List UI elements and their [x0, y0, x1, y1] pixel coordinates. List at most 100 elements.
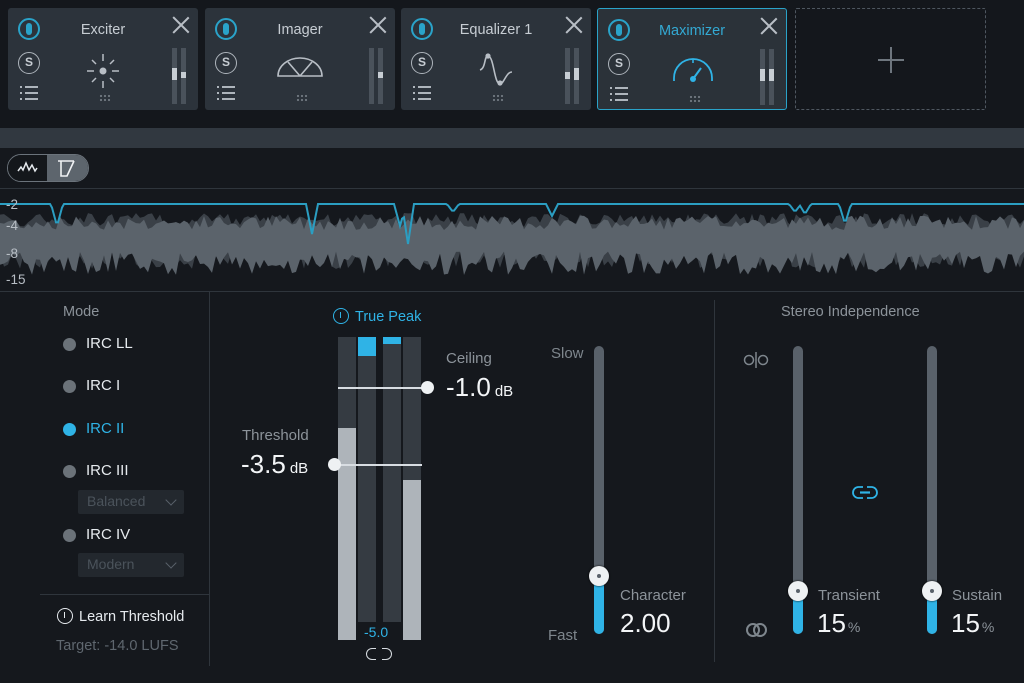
mode-irc-iii[interactable]: IRC III	[63, 461, 203, 481]
sustain-value[interactable]: 15%	[951, 608, 994, 639]
solo-button[interactable]: S	[411, 52, 433, 74]
ceiling-number: -1.0	[446, 372, 491, 402]
percent-unit: %	[847, 619, 861, 635]
input-meter-left	[338, 337, 356, 640]
module-meter	[760, 49, 776, 105]
mode-irc-i[interactable]: IRC I	[63, 376, 203, 396]
transient-value[interactable]: 15%	[817, 608, 860, 639]
drag-grip-icon[interactable]	[99, 94, 111, 102]
meter-level	[338, 428, 356, 640]
target-loudness: Target: -14.0 LUFS	[56, 638, 179, 654]
list-icon[interactable]	[217, 86, 237, 102]
add-module-slot[interactable]	[795, 8, 986, 110]
mode-label: IRC I	[86, 377, 121, 394]
select-value: Modern	[87, 556, 135, 572]
radio-dot	[63, 529, 76, 542]
module-imager[interactable]: S Imager	[205, 8, 395, 110]
module-title: Imager	[277, 22, 323, 38]
db-label: -15	[6, 272, 26, 287]
true-peak-icon	[333, 308, 349, 324]
drag-grip-icon[interactable]	[492, 94, 504, 102]
divider	[714, 300, 715, 662]
gain-reduction-readout: -5.0	[364, 624, 389, 640]
view-toggle[interactable]	[7, 154, 89, 182]
solo-button[interactable]: S	[608, 53, 630, 75]
chevron-down-icon	[165, 494, 177, 506]
split-stereo-icon	[743, 352, 769, 368]
threshold-label: Threshold	[242, 427, 309, 444]
drag-grip-icon[interactable]	[296, 94, 308, 102]
waveform-display[interactable]: -2 -4 -8 -15	[0, 188, 1024, 292]
drag-grip-icon[interactable]	[689, 95, 701, 103]
fast-label: Fast	[548, 627, 578, 644]
threshold-number: -3.5	[241, 449, 286, 479]
list-icon[interactable]	[610, 87, 630, 103]
solo-button[interactable]: S	[18, 52, 40, 74]
character-slider[interactable]	[594, 346, 604, 634]
module-chain: S Exciter S Imager S Equalizer 1 S Maxim…	[0, 0, 1024, 128]
mode-label: IRC III	[86, 462, 129, 479]
irc4-style-select[interactable]: Modern	[78, 553, 184, 577]
db-label: -8	[6, 246, 19, 261]
resize-divider[interactable]	[0, 128, 1024, 148]
irc3-style-select[interactable]: Balanced	[78, 490, 184, 514]
character-value[interactable]: 2.00	[620, 608, 671, 639]
threshold-line[interactable]	[334, 464, 422, 466]
maximizer-panel: Mode IRC LL IRC I IRC II IRC III Balance…	[0, 292, 1024, 683]
gain-reduction-meter-left	[358, 337, 376, 622]
waveform-graph	[0, 203, 1024, 275]
gain-reduction-meter-right	[383, 337, 401, 622]
mode-label: IRC LL	[86, 335, 133, 352]
solo-button[interactable]: S	[215, 52, 237, 74]
mode-label: IRC II	[86, 420, 125, 437]
transient-thumb[interactable]	[788, 580, 808, 601]
module-equalizer-1[interactable]: S Equalizer 1	[401, 8, 591, 110]
module-title: Maximizer	[658, 23, 726, 39]
transient-number: 15	[817, 608, 846, 638]
true-peak-toggle[interactable]: True Peak	[333, 308, 421, 325]
threshold-handle[interactable]	[328, 458, 341, 471]
close-icon[interactable]	[760, 17, 778, 35]
mode-irc-ll[interactable]: IRC LL	[63, 334, 203, 354]
input-meter-right	[403, 337, 421, 640]
learn-label: Learn Threshold	[79, 609, 185, 625]
character-label: Character	[620, 587, 686, 604]
eq-curve-icon	[479, 53, 513, 86]
ceiling-value[interactable]: -1.0 dB	[446, 372, 513, 403]
slow-label: Slow	[551, 345, 584, 362]
waveform-icon	[17, 161, 38, 173]
waveform-view-button[interactable]	[8, 155, 47, 181]
module-maximizer[interactable]: S Maximizer	[597, 8, 787, 110]
close-icon[interactable]	[172, 16, 190, 34]
ceiling-line[interactable]	[338, 387, 426, 389]
threshold-value[interactable]: -3.5 dB	[241, 449, 308, 480]
list-icon[interactable]	[413, 86, 433, 102]
unlink-icon[interactable]	[366, 647, 392, 661]
select-value: Balanced	[87, 493, 146, 509]
unit: dB	[289, 460, 309, 477]
module-title: Exciter	[80, 22, 126, 38]
gain-reduction-view-button[interactable]	[47, 155, 88, 181]
true-peak-label: True Peak	[355, 309, 422, 325]
module-meter	[172, 48, 188, 104]
list-icon[interactable]	[20, 86, 40, 102]
mode-irc-iv[interactable]: IRC IV	[63, 525, 203, 545]
close-icon[interactable]	[369, 16, 387, 34]
link-icon[interactable]	[851, 485, 881, 501]
mode-title: Mode	[63, 304, 100, 320]
mode-irc-ii[interactable]: IRC II	[63, 419, 203, 439]
gain-reduction-icon	[58, 160, 75, 177]
learn-threshold-button[interactable]: Learn Threshold	[57, 608, 184, 625]
divider	[209, 292, 210, 666]
module-exciter[interactable]: S Exciter	[8, 8, 198, 110]
close-icon[interactable]	[565, 16, 583, 34]
ceiling-handle[interactable]	[421, 381, 434, 394]
transient-label: Transient	[818, 587, 880, 604]
gr-level	[383, 337, 401, 344]
exciter-burst-icon	[87, 54, 119, 88]
module-meter	[565, 48, 581, 104]
mode-label: IRC IV	[86, 526, 131, 543]
toolbar-strip	[0, 148, 1024, 188]
character-thumb[interactable]	[589, 566, 609, 587]
sustain-thumb[interactable]	[922, 580, 942, 601]
